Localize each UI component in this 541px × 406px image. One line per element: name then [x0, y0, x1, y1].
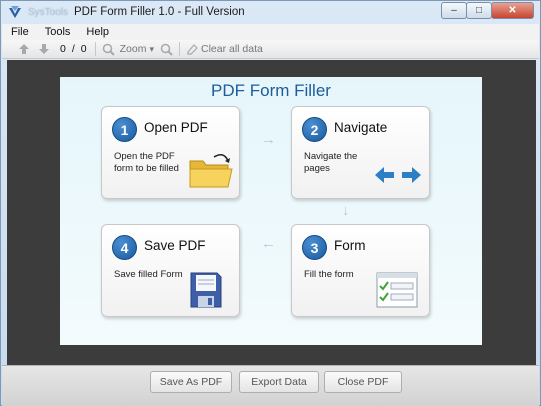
window-title: PDF Form Filler 1.0 - Full Version [74, 6, 245, 18]
arrow-down-icon: ↓ [342, 202, 350, 219]
page-separator: / [71, 43, 75, 55]
zoom-in-icon [102, 43, 115, 56]
step-number-badge: 1 [112, 117, 137, 142]
menu-bar: File Tools Help [2, 24, 539, 40]
total-pages: 0 [80, 43, 87, 55]
step-title: Save PDF [144, 238, 206, 253]
chevron-down-icon: ▾ [149, 43, 154, 54]
folder-icon [189, 153, 233, 188]
arrow-right-icon: → [261, 131, 276, 148]
save-as-pdf-button[interactable]: Save As PDF [150, 371, 232, 393]
welcome-page: PDF Form Filler 1 Open PDF Open the PDF … [60, 77, 482, 345]
title-bar: SysTools PDF Form Filler 1.0 - Full Vers… [1, 1, 540, 23]
zoom-label: Zoom [119, 43, 147, 55]
step-card-navigate: 2 Navigate Navigate the pages [291, 106, 430, 199]
close-pdf-button[interactable]: Close PDF [324, 371, 402, 393]
step-title: Navigate [334, 120, 388, 135]
step-number-badge: 3 [302, 235, 327, 260]
page-title: PDF Form Filler [211, 81, 331, 100]
arrow-down-icon [39, 44, 49, 54]
zoom-control[interactable]: Zoom ▾ [102, 43, 173, 56]
step-card-save-pdf: 4 Save PDF Save filled Form [101, 224, 240, 317]
step-number-badge: 2 [302, 117, 327, 142]
previous-page-button[interactable] [16, 41, 32, 57]
step-card-open-pdf: 1 Open PDF Open the PDF form to be fille… [101, 106, 240, 199]
step-title: Form [334, 238, 366, 253]
clear-all-data-button[interactable]: Clear all data [186, 43, 263, 55]
form-checklist-icon [376, 272, 418, 308]
arrow-left-icon: ← [261, 235, 276, 252]
current-page-field[interactable]: 0 [60, 43, 66, 55]
next-page-button[interactable] [36, 41, 52, 57]
close-window-button[interactable]: ✕ [491, 2, 534, 19]
export-data-button[interactable]: Export Data [239, 371, 319, 393]
window-controls: – □ ✕ [441, 2, 534, 19]
toolbar: 0 / 0 Zoom ▾ Clear all data [2, 40, 539, 59]
step-card-form: 3 Form Fill the form [291, 224, 430, 317]
step-description: Fill the form [304, 269, 354, 280]
app-window: SysTools PDF Form Filler 1.0 - Full Vers… [0, 0, 541, 406]
app-logo-icon [9, 6, 21, 18]
bottom-action-bar: Save As PDF Export Data Close PDF [2, 365, 539, 406]
brand-name: SysTools [28, 6, 69, 18]
maximize-button[interactable]: □ [466, 2, 492, 19]
minimize-button[interactable]: – [441, 2, 467, 19]
zoom-out-icon [160, 43, 173, 56]
menu-file[interactable]: File [2, 26, 37, 38]
menu-tools[interactable]: Tools [37, 26, 79, 38]
step-description: Navigate the pages [304, 151, 358, 174]
clear-all-data-label: Clear all data [200, 43, 263, 55]
step-number-badge: 4 [112, 235, 137, 260]
toolbar-divider [178, 42, 180, 56]
navigate-arrows-icon [375, 167, 421, 183]
eraser-icon [187, 44, 198, 55]
step-description: Open the PDF form to be filled [114, 151, 179, 174]
arrow-up-icon [19, 44, 29, 54]
floppy-disk-icon [190, 272, 222, 308]
toolbar-divider [94, 42, 96, 56]
pdf-viewer-area: PDF Form Filler 1 Open PDF Open the PDF … [7, 60, 536, 365]
menu-help[interactable]: Help [78, 26, 117, 38]
step-title: Open PDF [144, 120, 208, 135]
